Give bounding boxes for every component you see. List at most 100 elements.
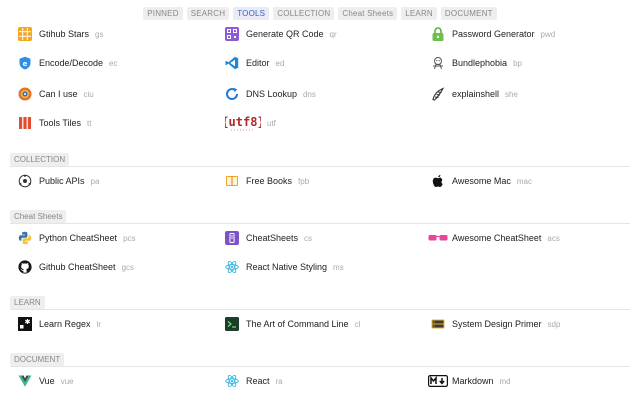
tile-keyword: pwd [540,29,556,39]
tile-keyword: mac [516,176,532,186]
tile-cheatsheets[interactable]: CheatSheets cs [225,228,425,248]
tile-name: React Native Styling [246,262,328,272]
tab-search[interactable]: SEARCH [186,7,230,20]
tile-keyword: ra [275,376,283,386]
tile-keyword: gcs [121,262,135,272]
section-label-document: DOCUMENT [10,353,65,366]
regex-icon [18,317,32,331]
tile-name: Vue [39,376,55,386]
section-divider [10,223,630,224]
apple-icon [431,174,445,188]
tile-keyword: ciu [83,89,94,99]
tile-vue[interactable]: Vue vue [18,371,218,391]
tile-name: DNS Lookup [246,89,298,99]
tile-awesome-cheatsheet[interactable]: Awesome CheatSheet acs [428,228,628,248]
tile-github-stars[interactable]: Gtihub Stars gs [18,24,218,44]
tile-github-cheatsheet[interactable]: Github CheatSheet gcs [18,257,218,277]
tile-name: The Art of Command Line [246,319,349,329]
tile-name: Markdown [452,376,494,386]
utf8-icon: {utf8} [225,115,261,131]
tile-keyword: fpb [298,176,310,186]
tile-name: Tools Tiles [39,118,82,128]
tile-name: explainshell [452,89,500,99]
tile-keyword: ec [109,58,118,68]
dns-refresh-icon [225,87,239,101]
tile-keyword: pcs [123,233,136,243]
tile-name: Generate QR Code [246,29,324,39]
terminal-icon [225,317,239,331]
section-divider [10,166,630,167]
tile-encode-decode[interactable]: e Encode/Decode ec [18,53,218,73]
tile-name: Free Books [246,176,293,186]
tile-name: Learn Regex [39,319,91,329]
tile-name: Bundlephobia [452,58,508,68]
tile-name: Encode/Decode [39,58,104,68]
tab-collection[interactable]: COLLECTION [273,7,335,20]
tile-keyword: gs [95,29,104,39]
tile-name: Github CheatSheet [39,262,116,272]
tile-keyword: md [499,376,511,386]
cheatsheets-icon [225,231,239,245]
tile-name: React [246,376,270,386]
python-icon [18,231,32,245]
tile-markdown[interactable]: Markdown md [428,371,628,391]
tile-password-generator[interactable]: Password Generator pwd [431,24,631,44]
tile-utf8[interactable]: {utf8} utf [225,113,425,133]
tile-editor[interactable]: Editor ed [225,53,425,73]
tile-keyword: acs [547,233,560,243]
tile-explainshell[interactable]: explainshell she [431,84,631,104]
tab-bar: PINNED SEARCH TOOLS COLLECTION Cheat She… [0,7,640,20]
glasses-icon [428,231,448,245]
vscode-icon [225,56,239,70]
tile-name: Public APIs [39,176,85,186]
tile-dns-lookup[interactable]: DNS Lookup dns [225,84,425,104]
tile-python-cheatsheet[interactable]: Python CheatSheet pcs [18,228,218,248]
bundlephobia-icon [431,56,445,70]
section-label-learn: LEARN [10,296,45,309]
tile-react[interactable]: React ra [225,371,425,391]
tab-tools[interactable]: TOOLS [233,7,270,20]
tile-art-of-command-line[interactable]: The Art of Command Line cl [225,314,425,334]
tile-keyword: qr [329,29,337,39]
tile-keyword: she [505,89,518,99]
tile-keyword: ed [275,58,285,68]
tile-name: CheatSheets [246,233,299,243]
server-icon [431,317,445,331]
svg-text:e: e [23,60,28,68]
shell-icon [431,87,445,101]
tile-keyword: cl [354,319,361,329]
react-icon [225,374,239,388]
tab-cheat-sheets[interactable]: Cheat Sheets [338,7,398,20]
react-icon [225,260,239,274]
tile-awesome-mac[interactable]: Awesome Mac mac [431,171,631,191]
tile-keyword: ms [333,262,344,272]
tile-free-books[interactable]: Free Books fpb [225,171,425,191]
grid-icon [18,27,32,41]
section-divider [10,366,630,367]
tile-system-design-primer[interactable]: System Design Primer sdp [431,314,631,334]
tile-name: Gtihub Stars [39,29,90,39]
tile-react-native-styling[interactable]: React Native Styling ms [225,257,425,277]
tile-can-i-use[interactable]: Can I use ciu [18,84,218,104]
tab-learn[interactable]: LEARN [401,7,437,20]
tile-generate-qr-code[interactable]: Generate QR Code qr [225,24,425,44]
tile-keyword: vue [60,376,74,386]
tile-keyword: lr [96,319,101,329]
svg-text:{utf8}: {utf8} [225,115,261,129]
tile-keyword: cs [304,233,313,243]
book-icon [225,174,239,188]
tile-tools-tiles[interactable]: Tools Tiles tt [18,113,218,133]
section-label-collection: COLLECTION [10,153,70,166]
tile-name: Awesome Mac [452,176,511,186]
tiles-icon [18,116,32,130]
tile-bundlephobia[interactable]: Bundlephobia bp [431,53,631,73]
vue-icon [18,374,32,388]
tile-learn-regex[interactable]: Learn Regex lr [18,314,218,334]
api-icon [18,174,32,188]
markdown-icon [428,374,448,388]
tile-keyword: utf [267,118,276,128]
tab-document[interactable]: DOCUMENT [440,7,497,20]
tile-name: Can I use [39,89,78,99]
tab-pinned[interactable]: PINNED [143,7,183,20]
tile-public-apis[interactable]: Public APIs pa [18,171,218,191]
